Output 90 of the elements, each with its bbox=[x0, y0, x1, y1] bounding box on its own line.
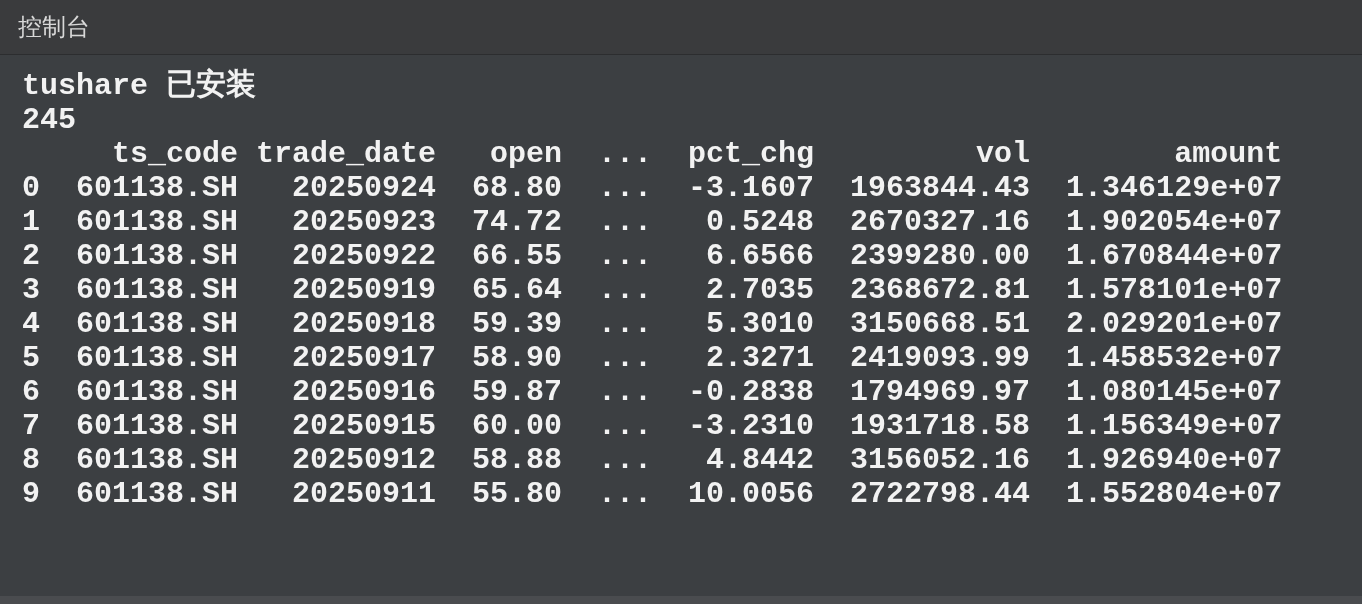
table-cell: 601138.SH bbox=[76, 307, 239, 341]
table-cell: 20250922 bbox=[292, 239, 437, 273]
table-cell: 1.458532e+07 bbox=[1066, 341, 1283, 375]
table-cell: 1.578101e+07 bbox=[1066, 273, 1283, 307]
table-cell: 20250916 bbox=[292, 375, 437, 409]
table-cell: ... bbox=[598, 477, 653, 511]
column-header: pct_chg bbox=[688, 137, 815, 171]
table-cell: 0.5248 bbox=[706, 205, 815, 239]
table-cell: 20250924 bbox=[292, 171, 437, 205]
table-cell: 20250917 bbox=[292, 341, 437, 375]
table-cell: 2670327.16 bbox=[850, 205, 1031, 239]
table-cell: 601138.SH bbox=[76, 375, 239, 409]
table-cell: 601138.SH bbox=[76, 171, 239, 205]
table-cell: 2722798.44 bbox=[850, 477, 1031, 511]
row-index: 9 bbox=[22, 477, 40, 511]
table-cell: 3150668.51 bbox=[850, 307, 1031, 341]
table-cell: 20250911 bbox=[292, 477, 437, 511]
console-line: 245 bbox=[22, 103, 76, 137]
row-index: 0 bbox=[22, 171, 40, 205]
table-cell: 601138.SH bbox=[76, 341, 239, 375]
table-cell: 601138.SH bbox=[76, 205, 239, 239]
table-cell: 58.88 bbox=[472, 443, 563, 477]
table-cell: 1794969.97 bbox=[850, 375, 1031, 409]
table-cell: 2419093.99 bbox=[850, 341, 1031, 375]
table-cell: 2.029201e+07 bbox=[1066, 307, 1283, 341]
table-cell: 58.90 bbox=[472, 341, 563, 375]
table-cell: 1.902054e+07 bbox=[1066, 205, 1283, 239]
table-cell: ... bbox=[598, 307, 653, 341]
table-cell: ... bbox=[598, 273, 653, 307]
table-cell: 1963844.43 bbox=[850, 171, 1031, 205]
table-cell: ... bbox=[598, 171, 653, 205]
table-cell: 20250912 bbox=[292, 443, 437, 477]
table-cell: 601138.SH bbox=[76, 409, 239, 443]
row-index: 1 bbox=[22, 205, 40, 239]
table-cell: 55.80 bbox=[472, 477, 563, 511]
row-index: 6 bbox=[22, 375, 40, 409]
table-cell: ... bbox=[598, 239, 653, 273]
table-cell: 1.926940e+07 bbox=[1066, 443, 1283, 477]
table-cell: 6.6566 bbox=[706, 239, 815, 273]
table-cell: 1.552804e+07 bbox=[1066, 477, 1283, 511]
panel-title: 控制台 bbox=[18, 12, 90, 43]
table-cell: 60.00 bbox=[472, 409, 563, 443]
table-cell: 74.72 bbox=[472, 205, 563, 239]
column-header: amount bbox=[1174, 137, 1283, 171]
table-cell: 601138.SH bbox=[76, 443, 239, 477]
row-index: 8 bbox=[22, 443, 40, 477]
column-header: open bbox=[490, 137, 563, 171]
table-cell: -3.1607 bbox=[688, 171, 815, 205]
table-cell: 20250918 bbox=[292, 307, 437, 341]
table-cell: 1.156349e+07 bbox=[1066, 409, 1283, 443]
table-cell: 20250923 bbox=[292, 205, 437, 239]
column-header: trade_date bbox=[256, 137, 437, 171]
table-cell: -3.2310 bbox=[688, 409, 815, 443]
table-cell: 10.0056 bbox=[688, 477, 815, 511]
table-cell: 4.8442 bbox=[706, 443, 815, 477]
table-cell: 2368672.81 bbox=[850, 273, 1031, 307]
table-cell: 1931718.58 bbox=[850, 409, 1031, 443]
table-cell: 2399280.00 bbox=[850, 239, 1031, 273]
table-cell: 68.80 bbox=[472, 171, 563, 205]
table-cell: 2.3271 bbox=[706, 341, 815, 375]
table-cell: 59.87 bbox=[472, 375, 563, 409]
table-cell: 1.346129e+07 bbox=[1066, 171, 1283, 205]
table-cell: ... bbox=[598, 341, 653, 375]
table-cell: ... bbox=[598, 409, 653, 443]
column-header: ... bbox=[598, 137, 653, 171]
console-line: tushare 已安装 bbox=[22, 69, 257, 103]
table-cell: 65.64 bbox=[472, 273, 563, 307]
row-index: 3 bbox=[22, 273, 40, 307]
table-cell: 2.7035 bbox=[706, 273, 815, 307]
table-cell: 3156052.16 bbox=[850, 443, 1031, 477]
column-header: vol bbox=[976, 137, 1031, 171]
row-index: 7 bbox=[22, 409, 40, 443]
row-index: 4 bbox=[22, 307, 40, 341]
table-cell: 20250919 bbox=[292, 273, 437, 307]
table-cell: ... bbox=[598, 205, 653, 239]
row-index: 5 bbox=[22, 341, 40, 375]
table-cell: 20250915 bbox=[292, 409, 437, 443]
table-cell: 601138.SH bbox=[76, 239, 239, 273]
row-index: 2 bbox=[22, 239, 40, 273]
table-cell: ... bbox=[598, 443, 653, 477]
table-cell: 1.670844e+07 bbox=[1066, 239, 1283, 273]
table-cell: ... bbox=[598, 375, 653, 409]
table-cell: 601138.SH bbox=[76, 273, 239, 307]
table-cell: 59.39 bbox=[472, 307, 563, 341]
table-cell: 66.55 bbox=[472, 239, 563, 273]
table-cell: 601138.SH bbox=[76, 477, 239, 511]
column-header: ts_code bbox=[112, 137, 239, 171]
table-cell: 1.080145e+07 bbox=[1066, 375, 1283, 409]
table-cell: 5.3010 bbox=[706, 307, 815, 341]
table-cell: -0.2838 bbox=[688, 375, 815, 409]
